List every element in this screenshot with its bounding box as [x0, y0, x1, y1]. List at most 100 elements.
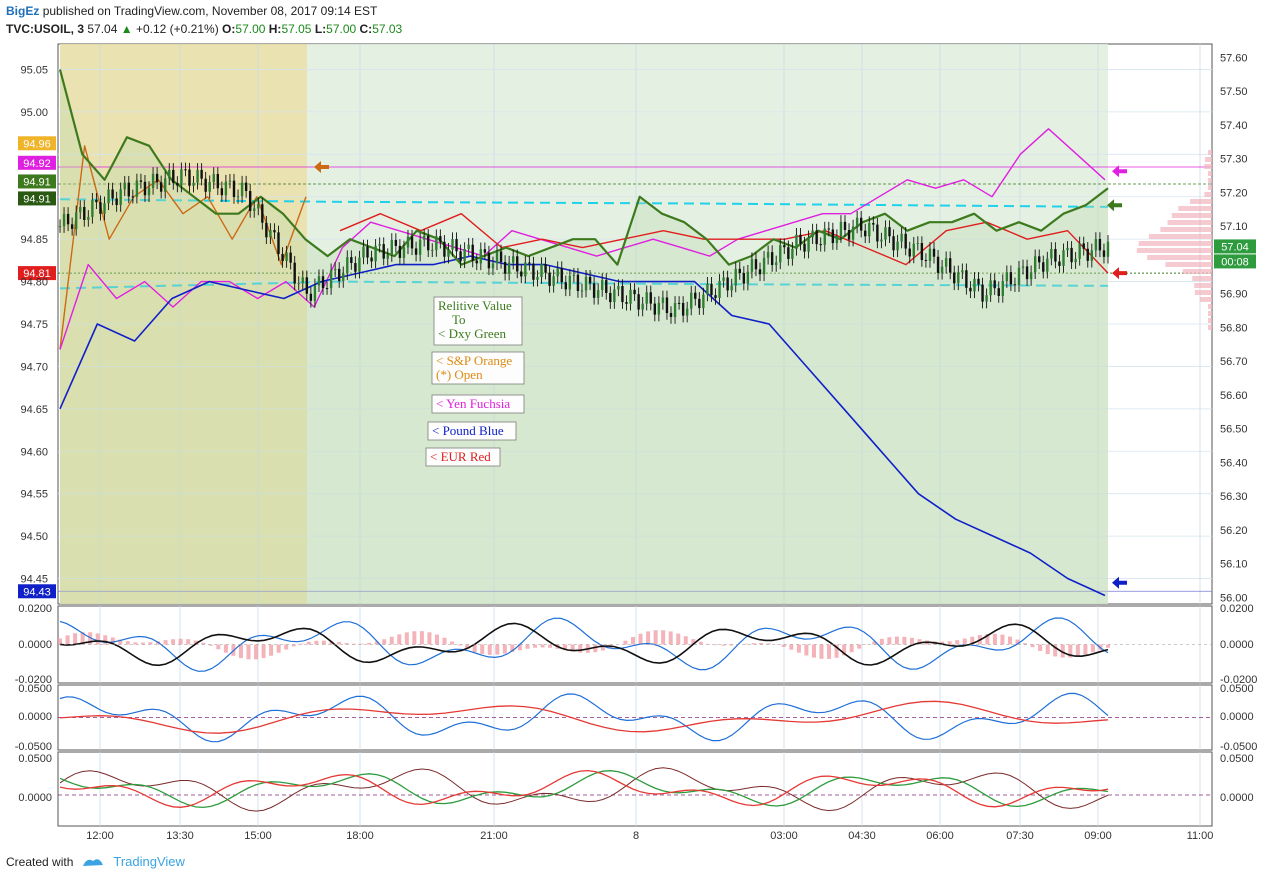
candle-body — [969, 287, 972, 292]
candle-body — [920, 243, 924, 261]
candle-body — [204, 178, 207, 192]
left-tick-label: 95.00 — [20, 107, 48, 119]
legend-note-text: To — [452, 312, 466, 327]
candle-body — [762, 257, 766, 275]
candle-body — [362, 246, 365, 258]
candle-body — [629, 289, 632, 304]
candle-body — [196, 169, 199, 183]
candle-body — [139, 180, 143, 182]
x-tick-label: 15:00 — [244, 830, 272, 842]
candle-body — [467, 244, 470, 250]
candle-body — [475, 260, 478, 264]
price-badge-label: 00:08 — [1221, 256, 1249, 268]
osc1-histogram-bar — [336, 642, 341, 645]
osc1-histogram-bar — [186, 639, 191, 645]
candle-body — [285, 252, 288, 262]
candle-body — [750, 259, 754, 272]
candle-body — [382, 244, 385, 259]
candle-body — [402, 247, 406, 258]
candle-body — [677, 302, 681, 304]
legend-note-text: < EUR Red — [430, 449, 491, 464]
osc-left-tick-label: 0.0000 — [18, 792, 52, 804]
candle-body — [904, 233, 907, 249]
x-tick-label: 11:00 — [1187, 830, 1214, 842]
candle-body — [309, 293, 313, 301]
osc1-histogram-bar — [849, 644, 854, 653]
candle-body — [1098, 238, 1102, 251]
candle-body — [989, 280, 992, 296]
candle-body — [1013, 284, 1017, 286]
candle-body — [240, 182, 244, 197]
candle-body — [560, 268, 563, 283]
osc1-histogram-bar — [532, 644, 537, 648]
candle-body — [483, 249, 487, 253]
candle-body — [374, 245, 377, 262]
candle-body — [1082, 243, 1085, 249]
chart-canvas[interactable]: 94.9694.9294.9194.9194.8194.4357.0400:08… — [0, 0, 1270, 880]
footer: Created with TradingView — [6, 854, 185, 869]
osc1-histogram-bar — [955, 640, 960, 645]
candle-body — [892, 236, 895, 251]
osc1-histogram-bar — [676, 633, 681, 645]
right-tick-label: 57.40 — [1220, 120, 1248, 132]
candle-body — [645, 292, 648, 304]
candle-body — [669, 313, 673, 318]
candle-body — [596, 290, 600, 298]
candle-body — [536, 276, 539, 280]
candle-body — [835, 236, 839, 244]
candle-body — [859, 217, 863, 231]
candle-body — [253, 208, 256, 211]
osc1-histogram-bar — [879, 638, 884, 645]
candle-body — [95, 199, 98, 203]
candle-body — [823, 228, 826, 245]
candle-body — [293, 262, 296, 284]
osc-right-tick-label: 0.0000 — [1220, 711, 1254, 723]
candle-body — [188, 169, 191, 186]
candle-body — [524, 262, 527, 277]
candle-body — [503, 261, 507, 274]
osc1-histogram-bar — [163, 640, 168, 645]
candle-body — [548, 272, 551, 286]
candle-body — [281, 254, 284, 262]
candle-body — [192, 182, 195, 186]
candle-body — [289, 252, 292, 263]
osc1-histogram-bar — [1045, 644, 1050, 655]
osc1-histogram-bar — [314, 640, 319, 645]
right-tick-label: 56.40 — [1220, 457, 1248, 469]
volume-profile-bar — [1192, 276, 1212, 281]
volume-profile-bar — [1204, 164, 1212, 169]
candle-body — [803, 243, 806, 252]
candle-body — [993, 280, 996, 289]
candle-body — [572, 274, 576, 276]
price-badge-label: 94.96 — [23, 138, 51, 150]
candle-body — [313, 285, 317, 301]
osc1-histogram-bar — [148, 642, 153, 645]
candle-body — [1054, 248, 1057, 262]
candle-body — [985, 295, 988, 302]
osc1-histogram-bar — [321, 640, 326, 645]
candle-body — [588, 276, 592, 284]
candle-body — [601, 280, 604, 291]
candle-body — [410, 236, 414, 249]
osc1-histogram-bar — [992, 633, 997, 645]
candle-body — [916, 243, 920, 245]
candle-body — [981, 284, 984, 302]
candle-body — [839, 221, 843, 237]
left-tick-label: 94.85 — [20, 234, 48, 246]
osc1-histogram-bar — [894, 636, 899, 645]
tradingview-brand-link[interactable]: TradingView — [113, 854, 185, 869]
osc1-histogram-bar — [171, 639, 176, 645]
osc1-histogram-bar — [502, 644, 507, 654]
candle-body — [912, 243, 915, 257]
x-tick-label: 18:00 — [346, 830, 374, 842]
volume-profile-bar — [1208, 185, 1212, 190]
left-tick-label: 94.80 — [20, 277, 48, 289]
candle-body — [556, 268, 559, 277]
osc1-histogram-bar — [623, 640, 628, 645]
candle-body — [775, 262, 778, 266]
candle-body — [1025, 266, 1029, 280]
candle-body — [507, 262, 511, 274]
candle-body — [1046, 258, 1049, 272]
candle-body — [961, 270, 964, 273]
candle-body — [576, 274, 580, 292]
